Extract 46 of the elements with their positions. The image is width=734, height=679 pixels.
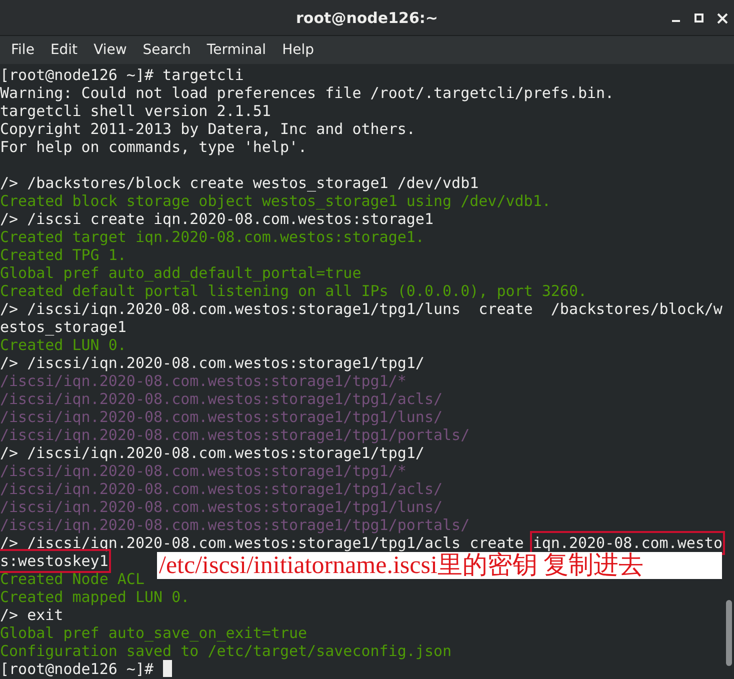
output-line: Created target iqn.2020-08.com.westos:storage1.	[0, 228, 424, 246]
menu-item[interactable]: View	[86, 39, 134, 61]
output-line: Configuration saved to /etc/target/saveconfig.json	[0, 642, 452, 660]
command-line: /> /backstores/block create westos_storage1 /dev/vdb1	[0, 174, 479, 192]
menu-item[interactable]: Edit	[43, 39, 85, 61]
command-line: [root@node126 ~]# targetcli	[0, 66, 244, 84]
command-line: /> /iscsi/iqn.2020-08.com.westos:storage1/tpg1/acls create	[0, 534, 525, 552]
command-line: For help on commands, type 'help'.	[0, 138, 308, 156]
highlighted-text: s:westoskey1	[0, 552, 108, 570]
maximize-icon[interactable]	[694, 13, 704, 23]
command-line: /> /iscsi/iqn.2020-08.com.westos:storage1/tpg1/	[0, 444, 424, 462]
command-line: estos_storage1	[0, 318, 126, 336]
cursor-icon	[162, 660, 172, 677]
output-line: Created TPG 1.	[0, 246, 126, 264]
command-line: Copyright 2011-2013 by Datera, Inc and others.	[0, 120, 416, 138]
command-line: /> /iscsi create iqn.2020-08.com.westos:storage1	[0, 210, 434, 228]
listing-line: /iscsi/iqn.2020-08.com.westos:storage1/tpg1/*	[0, 462, 406, 480]
output-line: Created Node ACL	[0, 570, 144, 588]
output-line: Created block storage object westos_storage1 using /dev/vdb1.	[0, 192, 551, 210]
menu-item[interactable]: Terminal	[200, 39, 274, 61]
listing-line: /iscsi/iqn.2020-08.com.westos:storage1/tpg1/luns/	[0, 408, 443, 426]
listing-line: /iscsi/iqn.2020-08.com.westos:storage1/tpg1/portals/	[0, 516, 470, 534]
menu-item[interactable]: Help	[275, 39, 321, 61]
output-line: Global pref auto_save_on_exit=true	[0, 624, 308, 642]
command-line: targetcli shell version 2.1.51	[0, 102, 271, 120]
close-icon[interactable]	[717, 12, 728, 24]
menu-item[interactable]: Search	[136, 39, 198, 61]
command-line: /> /iscsi/iqn.2020-08.com.westos:storage1/tpg1/luns create /backstores/block/w	[0, 300, 722, 318]
annotation-text: /etc/iscsi/initiatorname.iscsi里的密钥 复制进去	[157, 552, 722, 579]
listing-line: /iscsi/iqn.2020-08.com.westos:storage1/tpg1/*	[0, 372, 406, 390]
listing-line: /iscsi/iqn.2020-08.com.westos:storage1/tpg1/portals/	[0, 426, 470, 444]
output-line: Global pref auto_add_default_portal=true	[0, 264, 362, 282]
highlighted-text: iqn.2020-08.com.westo	[532, 534, 722, 552]
command-line: Warning: Could not load preferences file /root/.targetcli/prefs.bin.	[0, 84, 614, 102]
output-line: Created default portal listening on all IPs (0.0.0.0), port 3260.	[0, 282, 587, 300]
command-line: /> exit	[0, 606, 64, 624]
window-title: root@node126:~	[296, 8, 438, 26]
command-line: /> /iscsi/iqn.2020-08.com.westos:storage1/tpg1/	[0, 354, 424, 372]
listing-line: /iscsi/iqn.2020-08.com.westos:storage1/tpg1/luns/	[0, 498, 443, 516]
listing-line: /iscsi/iqn.2020-08.com.westos:storage1/tpg1/acls/	[0, 480, 443, 498]
output-line: Created mapped LUN 0.	[0, 588, 190, 606]
menu-item[interactable]: File	[4, 39, 42, 61]
command-line: [root@node126 ~]#	[0, 660, 155, 678]
scrollbar-thumb[interactable]	[726, 600, 732, 666]
output-line: Created LUN 0.	[0, 336, 126, 354]
listing-line: /iscsi/iqn.2020-08.com.westos:storage1/tpg1/acls/	[0, 390, 443, 408]
